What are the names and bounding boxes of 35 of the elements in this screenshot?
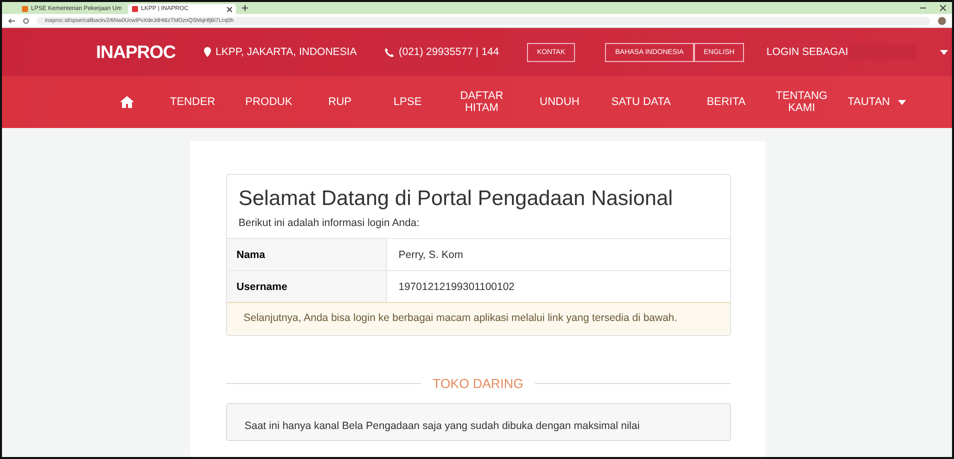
notice-text: Selanjutnya, Anda bisa login ke berbagai macam aplikasi melalui link yang tersedia di bawah. [226,302,730,335]
field-label: Username [226,271,386,302]
map-pin-icon [204,47,211,57]
nav-link[interactable]: UNDUH [540,96,580,108]
field-value: Perry, S. Kom [398,248,464,260]
site-logo[interactable]: INAPROC [96,42,176,62]
field-value: 19701212199301100102 [398,280,515,292]
minimize-icon[interactable] [920,5,926,11]
nav-link[interactable]: TAUTAN [848,96,906,108]
nav-link[interactable]: TENDER [170,96,216,108]
caret-icon[interactable] [940,50,948,54]
reload-icon[interactable] [23,18,29,24]
avatar-icon[interactable] [938,16,946,24]
field-label: Nama [226,239,386,270]
square-icon [132,6,138,12]
nav-link[interactable]: DAFTAR HITAM [456,90,508,114]
nav-link[interactable]: RUP [328,96,352,108]
welcome-subtitle: Berikut ini adalah informasi login Anda: [238,217,420,231]
back-icon[interactable] [8,18,15,24]
welcome-title: Selamat Datang di Portal Pengadaan Nasional [238,186,674,212]
home-icon[interactable] [120,96,134,108]
nav-link[interactable]: LPSE [394,96,422,108]
nav-link[interactable]: TENTANG KAMI [776,90,828,114]
section-heading: TOKO DARING [432,376,524,391]
plus-icon[interactable] [242,5,248,11]
nav-link[interactable]: BERITA [706,96,746,108]
nav-link[interactable]: PRODUK [245,96,292,108]
login-label[interactable]: LOGIN SEBAGAI [766,46,848,58]
close-icon[interactable] [227,6,232,12]
phone-text: (021) 29935577 | 144 [398,46,499,58]
close-icon[interactable] [940,5,946,11]
info-text: Saat ini hanya kanal Bela Pengadaan saja yang sudah dibuka dengan maksimal nilai [226,402,730,441]
phone-icon [384,48,394,56]
location-text: LKPP, JAKARTA, INDONESIA [216,46,357,58]
nav-link[interactable]: SATU DATA [611,96,671,108]
